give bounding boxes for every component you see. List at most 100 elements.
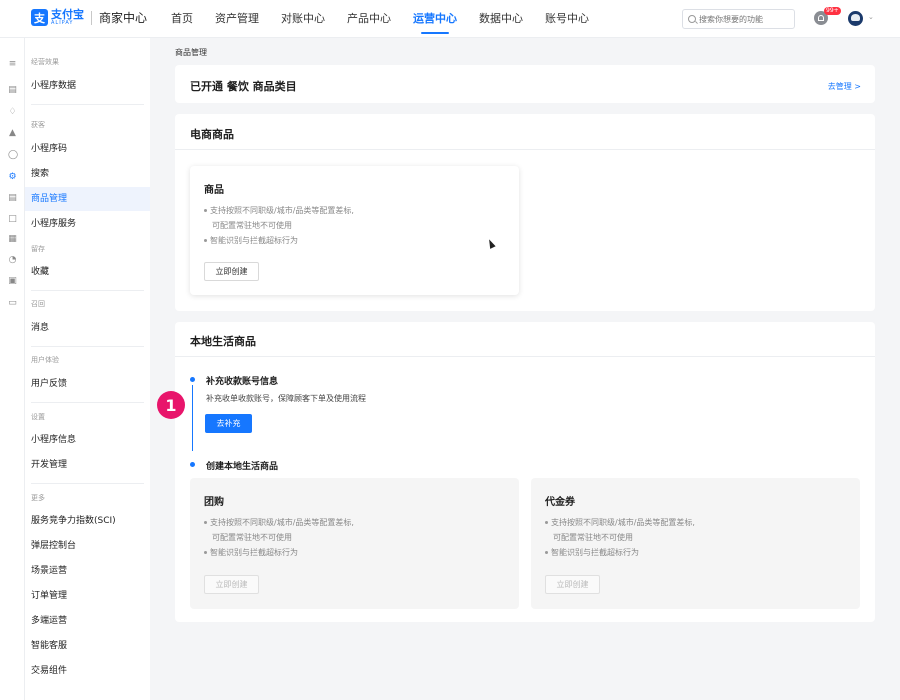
bullet-icon [204, 551, 207, 554]
sidebar-item-miniapp-code[interactable]: 小程序码 [25, 137, 150, 161]
bullet-icon [545, 521, 548, 524]
document-icon[interactable]: ▤ [8, 194, 17, 203]
sidebar-item-miniapp-service[interactable]: 小程序服务 [25, 212, 150, 236]
feature-text: 可配置常驻地不可使用 [553, 533, 633, 542]
voucher-title: 代金券 [545, 497, 575, 508]
card-divider [175, 356, 875, 357]
main-nav: 首页 资产管理 对账中心 产品中心 运营中心 数据中心 账号中心 [171, 0, 611, 38]
bullet-icon [204, 209, 207, 212]
sidebar-item-orders[interactable]: 订单管理 [25, 584, 150, 608]
box-icon[interactable]: ▣ [8, 277, 17, 286]
feature-line: 智能识别与拦截超标行为 [545, 547, 639, 558]
chat-icon[interactable]: ▭ [8, 299, 17, 308]
megaphone-icon[interactable]: ▲ [8, 129, 17, 138]
breadcrumb: 商品管理 [175, 48, 207, 57]
manage-link[interactable]: 去管理 > [828, 81, 861, 92]
alipay-logo[interactable]: 支 支付宝 ALIPAY 商家中心 [31, 9, 147, 26]
sidebar-item-miniapp-data[interactable]: 小程序数据 [25, 74, 150, 98]
notification-badge: 99+ [824, 7, 841, 15]
tag-icon[interactable]: □ [8, 215, 17, 224]
sidebar-item-miniapp-info[interactable]: 小程序信息 [25, 428, 150, 452]
headset-icon[interactable]: ◔ [8, 256, 17, 265]
nav-operations[interactable]: 运营中心 [413, 0, 457, 38]
top-nav-bar: 支 支付宝 ALIPAY 商家中心 首页 资产管理 对账中心 产品中心 运营中心… [0, 0, 900, 38]
logo-cn-text: 支付宝 [51, 8, 84, 21]
create-voucher-button[interactable]: 立即创建 [545, 575, 600, 594]
search-icon [688, 15, 696, 23]
bullet-icon [204, 521, 207, 524]
nav-data[interactable]: 数据中心 [479, 0, 523, 38]
sidebar-item-trade-components[interactable]: 交易组件 [25, 659, 150, 683]
step1-desc: 补充收单收款账号，保障顾客下单及使用流程 [206, 394, 366, 403]
sidebar-divider [31, 483, 144, 484]
sidebar-group-label: 经营效果 [31, 58, 59, 66]
group-buy-card: 团购 支持按照不同职级/城市/品类等配置差标, 可配置常驻地不可使用 智能识别与… [190, 478, 519, 609]
bullet-icon [545, 551, 548, 554]
sidebar-item-search[interactable]: 搜索 [25, 162, 150, 186]
feature-line: 支持按照不同职级/城市/品类等配置差标, [545, 517, 695, 528]
wallet-icon[interactable]: ▦ [8, 235, 17, 244]
voucher-card: 代金券 支持按照不同职级/城市/品类等配置差标, 可配置常驻地不可使用 智能识别… [531, 478, 860, 609]
step2-title: 创建本地生活商品 [206, 462, 279, 472]
feature-text: 智能识别与拦截超标行为 [210, 236, 298, 245]
nav-products[interactable]: 产品中心 [347, 0, 391, 38]
menu-icon[interactable]: ≡ [8, 60, 17, 69]
feature-text: 智能识别与拦截超标行为 [551, 548, 639, 557]
feature-line: 支持按照不同职级/城市/品类等配置差标, [204, 517, 354, 528]
sidebar-item-messages[interactable]: 消息 [25, 316, 150, 340]
feature-text: 可配置常驻地不可使用 [212, 221, 292, 230]
nav-reconciliation[interactable]: 对账中心 [281, 0, 325, 38]
chart-icon[interactable]: ▤ [8, 86, 17, 95]
feature-text: 支持按照不同职级/城市/品类等配置差标, [210, 518, 354, 527]
feature-line: 智能识别与拦截超标行为 [204, 547, 298, 558]
create-product-button[interactable]: 立即创建 [204, 262, 259, 281]
ecommerce-card: 电商商品 商品 支持按照不同职级/城市/品类等配置差标, 可配置常驻地不可使用 … [175, 114, 875, 311]
sidebar-group-label: 更多 [31, 494, 45, 502]
local-life-title: 本地生活商品 [190, 335, 256, 348]
feature-line: 支持按照不同职级/城市/品类等配置差标, [204, 205, 354, 216]
sidebar-item-dev-management[interactable]: 开发管理 [25, 453, 150, 477]
app-name: 商家中心 [99, 11, 148, 25]
step-marker-badge: 1 [157, 391, 185, 419]
local-life-card: 本地生活商品 补充收款账号信息 补充收单收款账号，保障顾客下单及使用流程 去补充… [175, 322, 875, 622]
supplement-button[interactable]: 去补充 [205, 414, 252, 433]
nav-account[interactable]: 账号中心 [545, 0, 589, 38]
step-connector [192, 385, 193, 451]
sidebar-item-favorites[interactable]: 收藏 [25, 260, 150, 284]
chevron-down-icon[interactable]: ⌄ [868, 13, 874, 21]
alipay-logo-icon: 支 [31, 9, 48, 26]
sidebar-divider [31, 104, 144, 105]
search-input[interactable] [699, 14, 794, 24]
logo-divider [91, 10, 92, 25]
sidebar-divider [31, 290, 144, 291]
sidebar-item-smart-service[interactable]: 智能客服 [25, 634, 150, 658]
logo-en-text: ALIPAY [51, 20, 74, 26]
sidebar-group-label: 召回 [31, 300, 45, 308]
sidebar-item-sci[interactable]: 服务竞争力指数(SCI) [25, 509, 150, 533]
sidebar-item-feedback[interactable]: 用户反馈 [25, 372, 150, 396]
sidebar-item-multi-platform[interactable]: 多端运营 [25, 609, 150, 633]
feature-text: 智能识别与拦截超标行为 [210, 548, 298, 557]
nav-home[interactable]: 首页 [171, 0, 193, 38]
nav-assets[interactable]: 资产管理 [215, 0, 259, 38]
feature-text: 支持按照不同职级/城市/品类等配置差标, [210, 206, 354, 215]
create-group-buy-button[interactable]: 立即创建 [204, 575, 259, 594]
search-box[interactable] [682, 9, 795, 29]
group-buy-title: 团购 [204, 497, 224, 508]
sidebar-divider [31, 402, 144, 403]
sidebar-group-label: 用户体验 [31, 356, 59, 364]
sidebar-item-popup-console[interactable]: 弹层控制台 [25, 534, 150, 558]
sidebar-item-product-management[interactable]: 商品管理 [25, 187, 150, 211]
settings-icon[interactable]: ⚙ [8, 173, 17, 182]
avatar[interactable] [848, 11, 863, 26]
ecommerce-title: 电商商品 [190, 128, 234, 141]
sidebar-item-scene-ops[interactable]: 场景运营 [25, 559, 150, 583]
feature-text: 可配置常驻地不可使用 [212, 533, 292, 542]
sidebar-group-label: 留存 [31, 245, 45, 253]
category-card: 已开通 餐饮 商品类目 去管理 > [175, 65, 875, 103]
step1-title: 补充收款账号信息 [206, 377, 279, 387]
category-title: 已开通 餐饮 商品类目 [190, 80, 297, 93]
shield-icon[interactable]: ◯ [8, 151, 18, 160]
product-card: 商品 支持按照不同职级/城市/品类等配置差标, 可配置常驻地不可使用 智能识别与… [190, 166, 519, 295]
funnel-icon[interactable]: ♢ [8, 108, 17, 117]
